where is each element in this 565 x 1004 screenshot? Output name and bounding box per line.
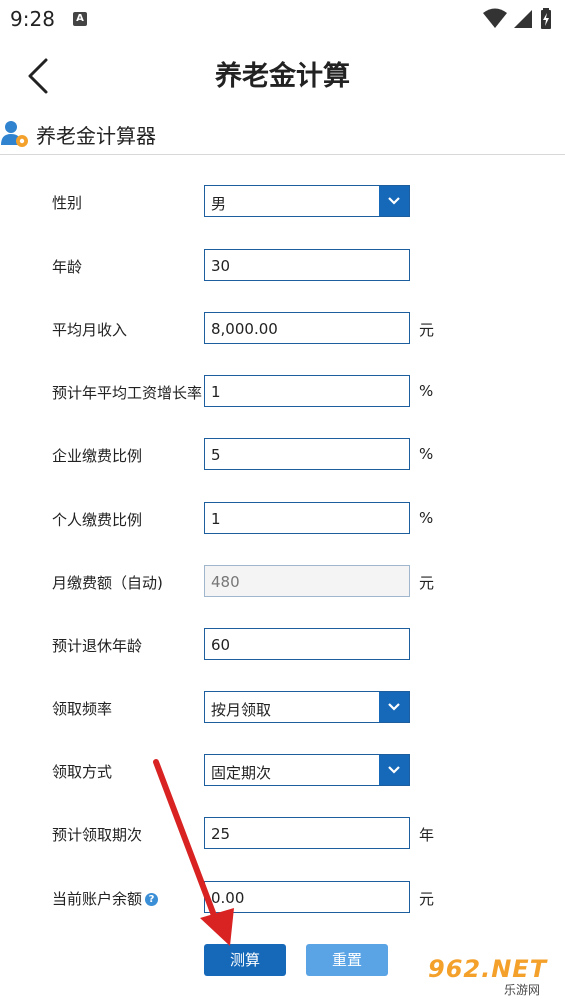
balance-input[interactable]: 0.00 xyxy=(204,881,410,913)
personal-contribution-label: 个人缴费比例 xyxy=(52,511,143,529)
company-contribution-unit: % xyxy=(419,445,434,463)
company-contribution-input[interactable]: 5 xyxy=(204,438,410,470)
gender-select[interactable]: 男 xyxy=(204,185,410,217)
status-bar: 9:28 A xyxy=(0,0,565,38)
periods-label: 预计领取期次 xyxy=(52,826,143,844)
frequency-dropdown-arrow[interactable] xyxy=(379,692,409,722)
notification-icon: A xyxy=(73,12,87,26)
row-company-contribution: 企业缴费比例 5 % xyxy=(0,438,565,472)
wage-growth-input[interactable]: 1 xyxy=(204,375,410,407)
section-title: 养老金计算器 xyxy=(36,124,156,148)
watermark-main: 962.NET xyxy=(428,955,548,983)
income-label: 平均月收入 xyxy=(52,321,128,339)
row-periods: 预计领取期次 25 年 xyxy=(0,817,565,851)
reset-button[interactable]: 重置 xyxy=(306,944,388,976)
income-unit: 元 xyxy=(419,321,435,339)
balance-unit: 元 xyxy=(419,890,435,908)
chevron-down-icon xyxy=(388,197,400,205)
method-value: 固定期次 xyxy=(211,764,272,782)
gender-dropdown-arrow[interactable] xyxy=(379,186,409,216)
income-input[interactable]: 8,000.00 xyxy=(204,312,410,344)
monthly-payment-field: 480 xyxy=(204,565,410,597)
retirement-age-label: 预计退休年龄 xyxy=(52,637,143,655)
monthly-payment-unit: 元 xyxy=(419,574,435,592)
retirement-age-input[interactable]: 60 xyxy=(204,628,410,660)
frequency-label: 领取频率 xyxy=(52,700,113,718)
row-age: 年龄 30 xyxy=(0,249,565,283)
battery-icon xyxy=(541,8,551,29)
wage-growth-label: 预计年平均工资增长率 xyxy=(52,384,203,402)
row-income: 平均月收入 8,000.00 元 xyxy=(0,312,565,346)
frequency-value: 按月领取 xyxy=(211,701,272,719)
age-input[interactable]: 30 xyxy=(204,249,410,281)
row-gender: 性别 男 xyxy=(0,185,565,219)
user-gear-icon xyxy=(1,121,28,147)
section-header: 养老金计算器 xyxy=(0,114,565,155)
calculate-button[interactable]: 测算 xyxy=(204,944,286,976)
page-title: 养老金计算 xyxy=(215,61,350,92)
row-monthly-payment: 月缴费额（自动) 480 元 xyxy=(0,565,565,599)
signal-icon xyxy=(513,10,532,28)
company-contribution-label: 企业缴费比例 xyxy=(52,447,143,465)
watermark-logo: 962.NET 乐游网 xyxy=(428,955,560,1000)
periods-unit: 年 xyxy=(419,826,435,844)
personal-contribution-input[interactable]: 1 xyxy=(204,502,410,534)
row-retirement-age: 预计退休年龄 60 xyxy=(0,628,565,662)
age-label: 年龄 xyxy=(52,258,83,276)
row-frequency: 领取频率 按月领取 xyxy=(0,691,565,725)
row-method: 领取方式 固定期次 xyxy=(0,754,565,788)
frequency-select[interactable]: 按月领取 xyxy=(204,691,410,723)
gender-value: 男 xyxy=(211,195,227,213)
row-balance: 当前账户余额? 0.00 元 xyxy=(0,881,565,915)
balance-label: 当前账户余额 xyxy=(52,890,143,908)
method-label: 领取方式 xyxy=(52,763,113,781)
chevron-down-icon xyxy=(388,703,400,711)
row-wage-growth: 预计年平均工资增长率 1 % xyxy=(0,375,565,409)
method-select[interactable]: 固定期次 xyxy=(204,754,410,786)
status-time: 9:28 xyxy=(10,7,55,31)
watermark-sub: 乐游网 xyxy=(504,983,541,997)
wage-growth-unit: % xyxy=(419,382,434,400)
method-dropdown-arrow[interactable] xyxy=(379,755,409,785)
help-icon[interactable]: ? xyxy=(145,893,159,906)
personal-contribution-unit: % xyxy=(419,509,434,527)
gender-label: 性别 xyxy=(52,194,83,212)
status-icons xyxy=(482,8,553,30)
monthly-payment-label: 月缴费额（自动) xyxy=(52,574,163,592)
chevron-down-icon xyxy=(388,766,400,774)
app-header: 养老金计算 xyxy=(0,38,565,114)
balance-label-group: 当前账户余额? xyxy=(52,888,159,909)
periods-input[interactable]: 25 xyxy=(204,817,410,849)
wifi-icon xyxy=(482,8,507,28)
row-personal-contribution: 个人缴费比例 1 % xyxy=(0,502,565,536)
